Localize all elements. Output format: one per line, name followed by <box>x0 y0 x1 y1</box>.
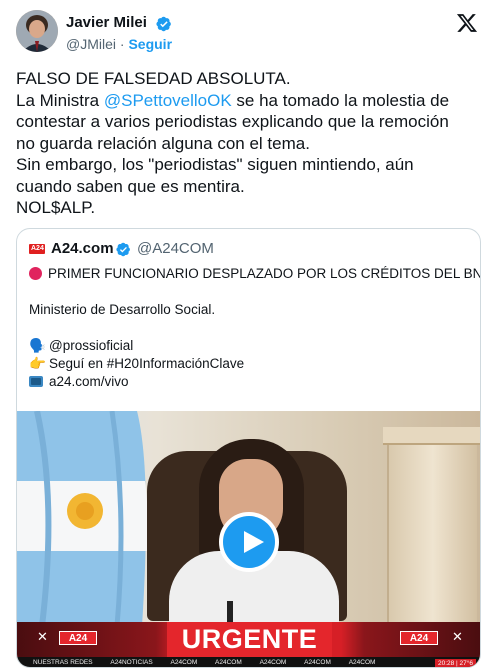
column-capital <box>383 427 480 445</box>
column-decoration <box>383 427 480 633</box>
tweet-line: contestar a varios periodistas explicand… <box>16 112 449 131</box>
ticker-item: A24COM <box>304 659 331 666</box>
verified-badge-icon <box>156 16 171 32</box>
ticker-item: A24NOTICIAS <box>110 659 153 666</box>
pointing-hand-icon: 👉 <box>29 356 46 371</box>
a24-logo-icon: A24 <box>29 244 45 254</box>
reporter-handle: @prossioficial <box>49 338 134 353</box>
tweet-line: no guarda relación alguna con el tema. <box>16 133 310 153</box>
handle-row: @JMilei · Seguir <box>66 35 172 53</box>
tweet-text: FALSO DE FALSEDAD ABSOLUTA. La Ministra … <box>16 68 476 219</box>
headline-text: PRIMER FUNCIONARIO DESPLAZADO POR LOS CR… <box>48 266 481 281</box>
tweet-line: cuando saben que es mentira. <box>16 176 245 196</box>
follow-text: Seguí en #H20InformaciónClave <box>49 356 245 371</box>
ticker-item: A24COM <box>259 659 287 666</box>
separator-dot: · <box>119 36 125 52</box>
quoted-tweet-body: PRIMER FUNCIONARIO DESPLAZADO POR LOS CR… <box>29 265 480 391</box>
urgente-banner: URGENTE <box>167 622 332 657</box>
tweet-text-segment: se ha tomado la molestia de <box>231 90 450 110</box>
ticker-item: NUESTRAS REDES <box>33 659 93 666</box>
reporter-line: 🗣️ @prossioficial <box>29 337 474 355</box>
quoted-headline: PRIMER FUNCIONARIO DESPLAZADO POR LOS CR… <box>29 265 480 283</box>
tweet-header: Javier Milei @JMilei · Seguir <box>16 10 482 58</box>
author-name[interactable]: Javier Milei <box>66 14 147 32</box>
avatar-portrait <box>16 10 58 52</box>
verified-badge-icon <box>116 242 130 257</box>
author-avatar[interactable] <box>16 10 58 52</box>
red-circle-icon <box>29 267 42 280</box>
quoted-author-name: A24.com <box>51 240 114 257</box>
tweet-line: NOL$ALP. <box>16 198 96 217</box>
tweet-line: Sin embargo, los "periodistas" siguen mi… <box>16 155 414 174</box>
live-link: a24.com/vivo <box>49 374 129 389</box>
tweet-line: FALSO DE FALSEDAD ABSOLUTA. <box>16 69 291 88</box>
tv-icon <box>29 376 43 387</box>
ministry-line: Ministerio de Desarrollo Social. <box>29 302 216 317</box>
live-link-line: a24.com/vivo <box>29 373 474 391</box>
news-ticker: NUESTRAS REDES A24NOTICIAS A24COM A24COM… <box>17 657 480 667</box>
tweet-card: Javier Milei @JMilei · Seguir FALSO DE F… <box>0 0 492 672</box>
close-icon: ✕ <box>37 629 48 644</box>
close-icon: ✕ <box>452 629 463 644</box>
play-button[interactable] <box>219 512 279 572</box>
quoted-author-handle: @A24COM <box>137 240 214 257</box>
tweet-line: La Ministra @SPettovelloOK se ha tomado … <box>16 90 476 112</box>
author-handle[interactable]: @JMilei <box>66 36 116 52</box>
time-temperature: 20:28 | 27°6 <box>434 659 476 667</box>
quoted-tweet[interactable]: A24 A24.com @A24COM PRIMER FUNCIONARIO D… <box>16 228 481 668</box>
mention-link[interactable]: @SPettovelloOK <box>104 91 232 110</box>
follow-button[interactable]: Seguir <box>128 36 172 52</box>
ticker-item: A24COM <box>215 659 242 666</box>
x-logo-icon[interactable] <box>456 12 478 34</box>
follow-line: 👉 Seguí en #H20InformaciónClave <box>29 355 474 373</box>
ticker-item: A24COM <box>170 659 198 666</box>
speaking-head-icon: 🗣️ <box>29 338 46 353</box>
video-media[interactable]: ✕ A24 URGENTE A24 ✕ NUESTRAS REDES A24NO… <box>17 411 480 667</box>
channel-logo-right: A24 <box>400 631 438 645</box>
a24-logo-text: A24 <box>31 245 44 252</box>
argentina-flag <box>17 411 148 626</box>
channel-logo-left: A24 <box>59 631 97 645</box>
tweet-text-segment: La Ministra <box>16 90 104 110</box>
ticker-item: A24COM <box>348 659 376 666</box>
